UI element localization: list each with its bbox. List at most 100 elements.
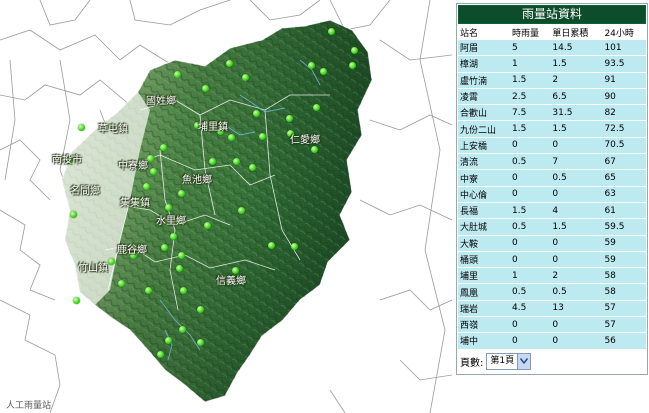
station-name-cell[interactable]: 樟湖	[458, 55, 511, 73]
station-marker[interactable]	[178, 190, 185, 197]
rain-value-cell: 91	[602, 72, 646, 89]
station-marker[interactable]	[108, 258, 115, 265]
station-marker[interactable]	[197, 339, 204, 346]
station-name-cell[interactable]: 瑞岩	[458, 300, 511, 318]
station-marker[interactable]	[349, 62, 356, 69]
rain-value-cell: 59	[602, 235, 646, 252]
station-marker[interactable]	[145, 287, 152, 294]
station-marker[interactable]	[286, 115, 293, 122]
station-name-cell[interactable]: 凌霄	[458, 88, 511, 106]
station-marker[interactable]	[204, 222, 211, 229]
table-row[interactable]: 盧竹湳 1.5 2 91	[458, 72, 646, 89]
table-row[interactable]: 西嶺 0 0 57	[458, 316, 646, 334]
station-marker[interactable]	[226, 60, 233, 67]
rain-value-cell: 1.5	[510, 202, 551, 220]
station-marker[interactable]	[238, 207, 245, 214]
station-marker[interactable]	[202, 85, 209, 92]
station-marker[interactable]	[150, 168, 157, 175]
column-header: 站名	[458, 25, 511, 40]
station-marker[interactable]	[161, 244, 168, 251]
station-name-cell[interactable]: 盧竹湳	[458, 72, 511, 89]
station-marker[interactable]	[157, 351, 164, 358]
table-row[interactable]: 大肚城 0.5 1.5 59.5	[458, 218, 646, 236]
rain-value-cell: 0	[510, 137, 551, 155]
station-name-cell[interactable]: 中寮	[458, 169, 511, 187]
table-row[interactable]: 埔里 1 2 58	[458, 267, 646, 285]
station-marker[interactable]	[165, 204, 172, 211]
station-marker[interactable]	[147, 155, 154, 162]
station-marker[interactable]	[170, 233, 177, 240]
station-name-cell[interactable]: 大鞍	[458, 235, 511, 252]
rain-value-cell: 0	[550, 186, 603, 203]
table-row[interactable]: 九份二山 1.5 1.5 72.5	[458, 120, 646, 138]
table-row[interactable]: 中心倫 0 0 63	[458, 186, 646, 203]
station-name-cell[interactable]: 清流	[458, 153, 511, 171]
station-marker[interactable]	[328, 28, 335, 35]
page-select[interactable]: 第1頁	[486, 352, 532, 370]
table-row[interactable]: 阿眉 5 14.5 101	[458, 40, 646, 57]
station-marker[interactable]	[176, 265, 183, 272]
station-name-cell[interactable]: 埔里	[458, 267, 511, 285]
station-marker[interactable]	[249, 164, 256, 171]
station-marker[interactable]	[197, 306, 204, 313]
station-marker[interactable]	[242, 74, 249, 81]
station-marker[interactable]	[232, 267, 239, 274]
table-row[interactable]: 鳳凰 0.5 0.5 58	[458, 283, 646, 301]
station-marker[interactable]	[180, 287, 187, 294]
table-row[interactable]: 瑞岩 4.5 13 57	[458, 300, 646, 318]
station-name-cell[interactable]: 阿眉	[458, 40, 511, 57]
table-row[interactable]: 大鞍 0 0 59	[458, 235, 646, 252]
station-name-cell[interactable]: 桶頭	[458, 251, 511, 269]
station-marker[interactable]	[253, 110, 260, 117]
station-name-cell[interactable]: 西嶺	[458, 316, 511, 334]
rain-value-cell: 70.5	[602, 137, 646, 155]
station-marker[interactable]	[118, 280, 125, 287]
station-name-cell[interactable]: 長福	[458, 202, 511, 220]
table-row[interactable]: 埔中 0 0 56	[458, 332, 646, 350]
table-row[interactable]: 中寮 0 0.5 65	[458, 169, 646, 187]
table-row[interactable]: 樟湖 1 1.5 93.5	[458, 55, 646, 73]
station-marker[interactable]	[165, 337, 172, 344]
station-marker[interactable]	[311, 146, 318, 153]
station-marker[interactable]	[179, 326, 186, 333]
table-row[interactable]: 長福 1.5 4 61	[458, 202, 646, 220]
rain-value-cell: 59.5	[602, 218, 646, 236]
town-label: 水里鄉	[156, 216, 186, 227]
town-label: 集集鎮	[120, 198, 150, 209]
station-name-cell[interactable]: 合歡山	[458, 104, 511, 122]
station-marker[interactable]	[320, 68, 327, 75]
station-marker[interactable]	[209, 158, 216, 165]
table-row[interactable]: 桶頭 0 0 59	[458, 251, 646, 269]
station-marker[interactable]	[228, 134, 235, 141]
station-marker[interactable]	[268, 242, 275, 249]
station-marker[interactable]	[143, 183, 150, 190]
station-marker[interactable]	[351, 47, 358, 54]
rain-value-cell: 1.5	[550, 218, 603, 236]
station-marker[interactable]	[160, 144, 167, 151]
station-name-cell[interactable]: 上安橋	[458, 137, 511, 155]
station-marker[interactable]	[291, 243, 298, 250]
rain-value-cell: 1.5	[510, 72, 551, 89]
station-marker[interactable]	[178, 252, 185, 259]
table-row[interactable]: 上安橋 0 0 70.5	[458, 137, 646, 155]
rain-value-cell: 0	[510, 235, 551, 252]
table-row[interactable]: 清流 0.5 7 67	[458, 153, 646, 171]
table-row[interactable]: 凌霄 2.5 6.5 90	[458, 88, 646, 106]
chevron-down-icon[interactable]	[517, 353, 531, 369]
station-marker[interactable]	[174, 71, 181, 78]
table-row[interactable]: 合歡山 7.5 31.5 82	[458, 104, 646, 122]
station-marker[interactable]	[308, 62, 315, 69]
station-marker[interactable]	[78, 124, 85, 131]
station-name-cell[interactable]: 九份二山	[458, 120, 511, 138]
rain-value-cell: 7	[550, 153, 603, 171]
station-marker[interactable]	[233, 158, 240, 165]
station-name-cell[interactable]: 大肚城	[458, 218, 511, 236]
station-name-cell[interactable]: 埔中	[458, 332, 511, 350]
station-marker[interactable]	[259, 133, 266, 140]
station-marker[interactable]	[73, 297, 80, 304]
station-name-cell[interactable]: 鳳凰	[458, 283, 511, 301]
station-marker[interactable]	[313, 104, 320, 111]
table-body: 阿眉 5 14.5 101 樟湖 1 1.5 93.5 盧竹湳 1.5 2 91 凌霄 2.5 6.5 90 合…	[458, 40, 646, 350]
station-marker[interactable]	[70, 211, 77, 218]
station-name-cell[interactable]: 中心倫	[458, 186, 511, 203]
